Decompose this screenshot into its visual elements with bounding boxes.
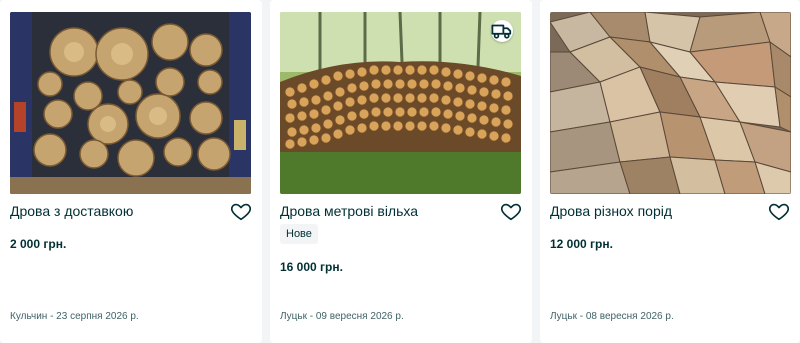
listing-title[interactable]: Дрова різнох порід (550, 202, 760, 220)
listing-card[interactable]: Дрова з доставкою 2 000 грн. Кульчин - 2… (0, 0, 262, 343)
chopped-firewood-pile-photo (550, 12, 791, 194)
new-badge: Нове (280, 224, 318, 244)
listing-title[interactable]: Дрова метрові вільха (280, 202, 490, 220)
listing-price: 2 000 грн. (10, 237, 67, 251)
listing-location-date: Кульчин - 23 серпня 2026 р. (10, 311, 139, 322)
listing-photo[interactable] (10, 12, 251, 194)
listing-price: 12 000 грн. (550, 237, 613, 251)
listings-grid: Дрова з доставкою 2 000 грн. Кульчин - 2… (0, 0, 800, 343)
heart-outline-icon[interactable] (230, 200, 252, 222)
delivery-truck-icon (491, 20, 513, 42)
listing-title[interactable]: Дрова з доставкою (10, 202, 220, 220)
heart-outline-icon[interactable] (500, 200, 522, 222)
listing-card[interactable]: Дрова метрові вільха Нове 16 000 грн. Лу… (270, 0, 532, 343)
listing-card[interactable]: Дрова різнох порід 12 000 грн. Луцьк - 0… (540, 0, 800, 343)
listing-photo[interactable] (550, 12, 791, 194)
firewood-in-van-photo (10, 12, 251, 194)
listing-location-date: Луцьк - 08 вересня 2026 р. (550, 311, 674, 322)
listing-price: 16 000 грн. (280, 260, 343, 274)
firewood-stack-forest-photo (280, 12, 521, 194)
listing-location-date: Луцьк - 09 вересня 2026 р. (280, 311, 404, 322)
heart-outline-icon[interactable] (768, 200, 790, 222)
listing-photo[interactable] (280, 12, 521, 194)
